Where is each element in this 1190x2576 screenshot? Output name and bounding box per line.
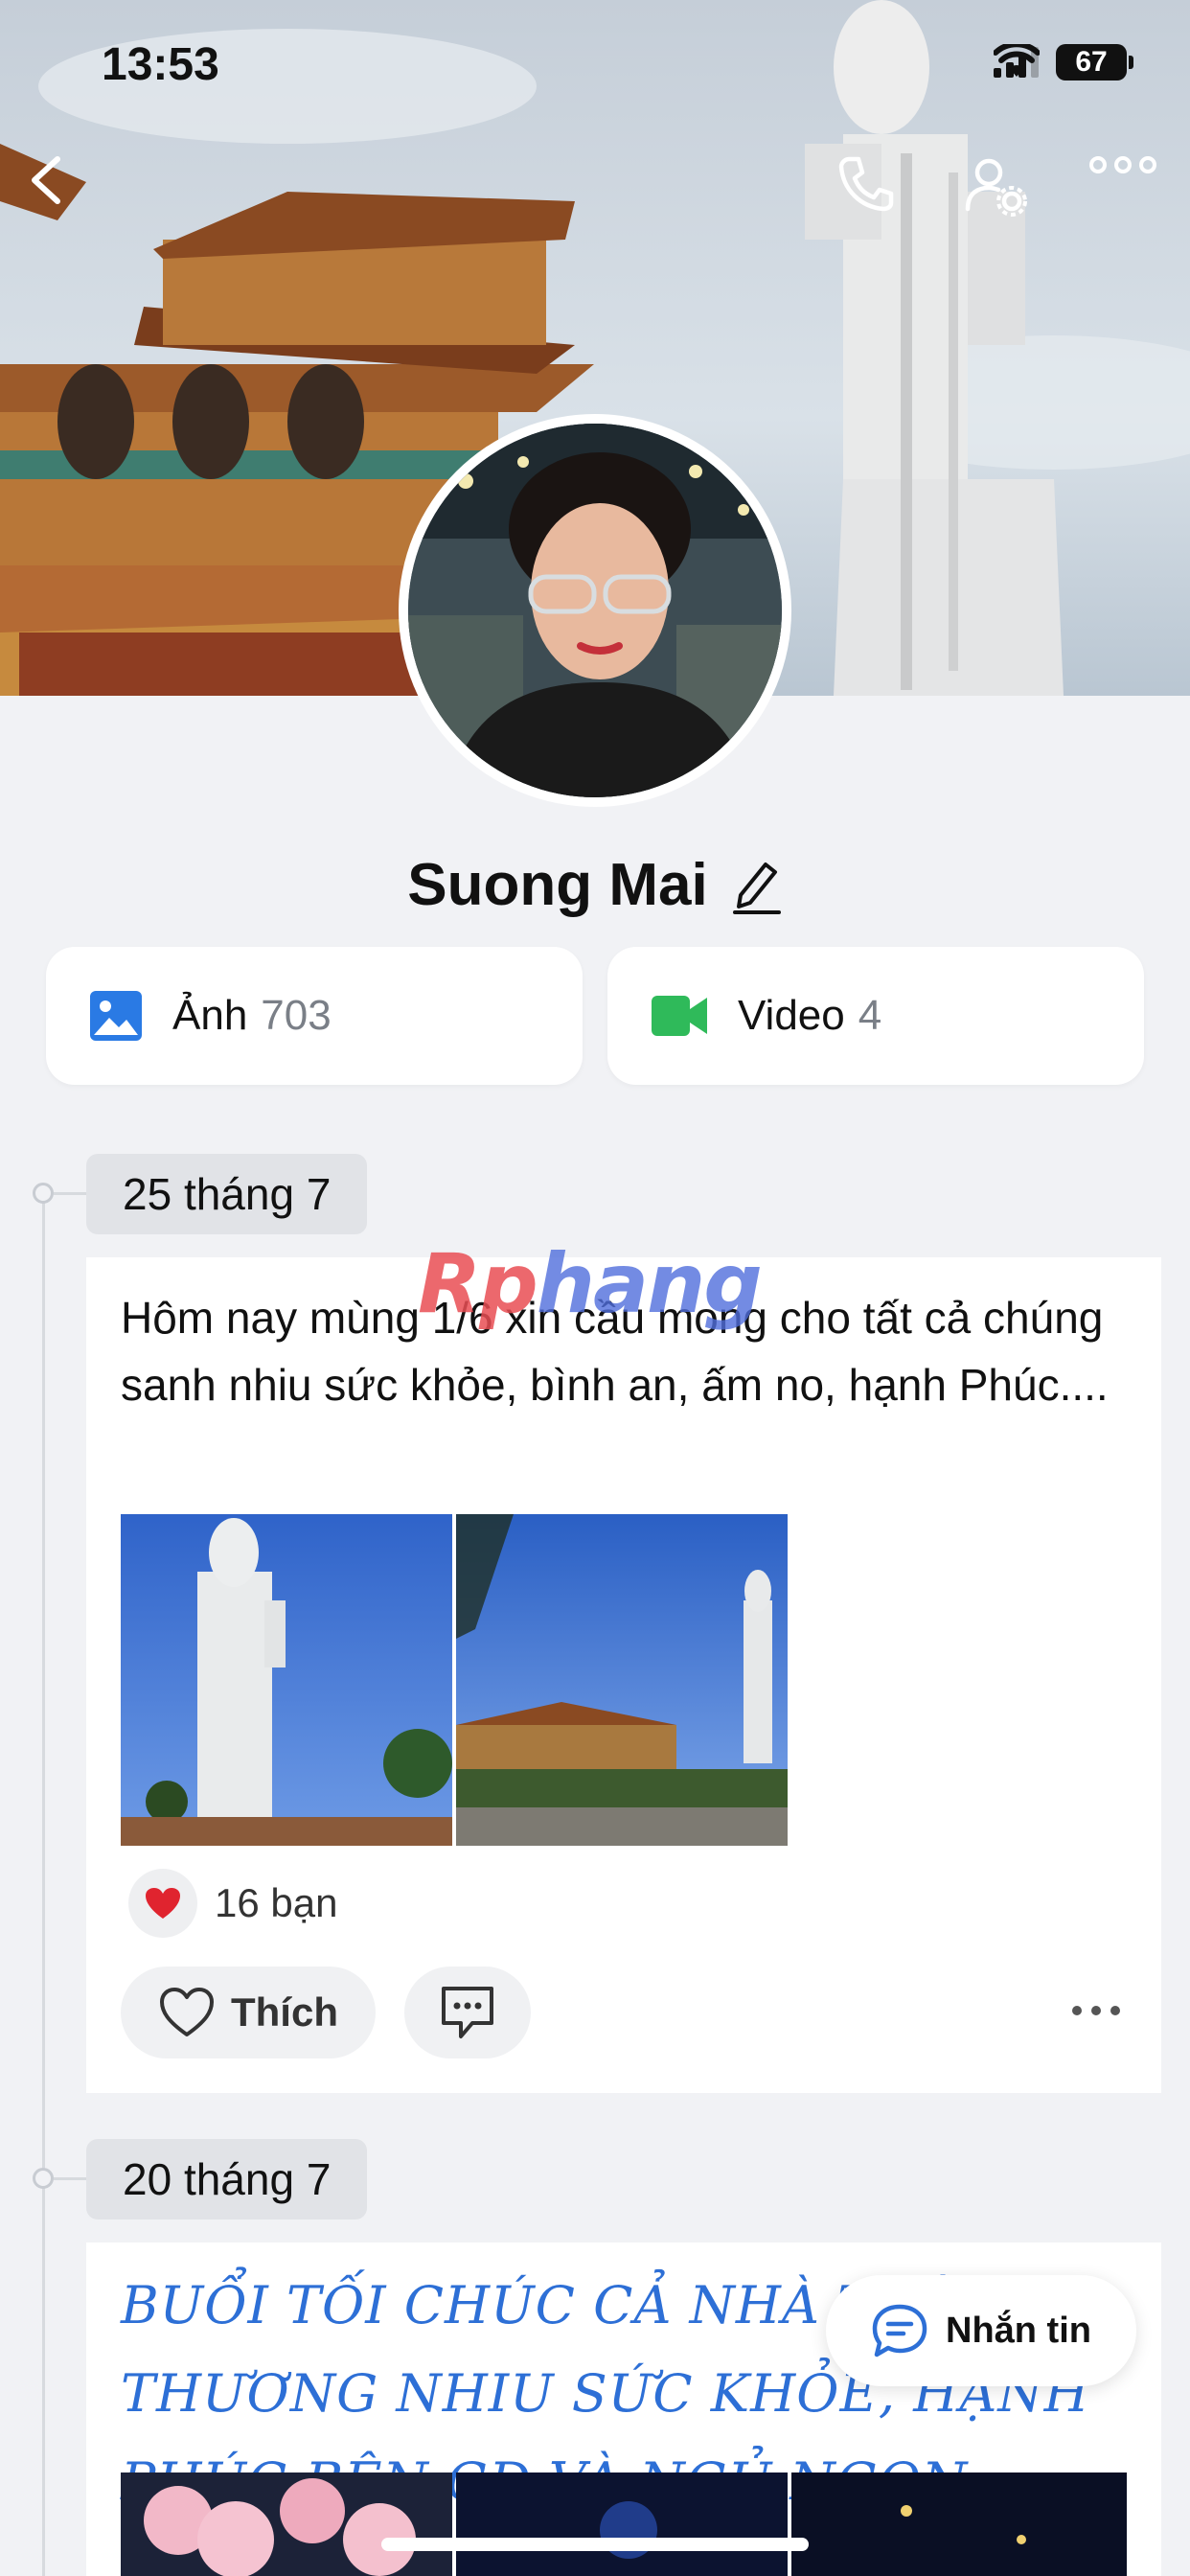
like-button[interactable]: Thích xyxy=(121,1966,376,2058)
videos-card[interactable]: Video 4 xyxy=(607,947,1144,1085)
profile-settings-button[interactable] xyxy=(964,153,1041,230)
photo-gallery-icon xyxy=(90,991,142,1041)
status-icons: 67 xyxy=(994,44,1133,80)
photos-card[interactable]: Ảnh 703 xyxy=(46,947,583,1085)
timeline-dot xyxy=(33,1183,54,1204)
post-photo[interactable] xyxy=(121,2472,452,2576)
post-photo[interactable] xyxy=(456,2472,788,2576)
post-photo[interactable] xyxy=(456,1514,788,1846)
ellipsis-icon xyxy=(1089,156,1156,173)
videos-count: 4 xyxy=(858,992,882,1039)
message-label: Nhắn tin xyxy=(946,2310,1091,2351)
edit-pencil-icon[interactable] xyxy=(731,857,783,914)
heart-reaction-icon xyxy=(128,1869,197,1938)
comment-button[interactable] xyxy=(404,1966,531,2058)
timeline-line xyxy=(42,1192,45,2576)
videos-label: Video xyxy=(738,992,845,1039)
more-options-button[interactable] xyxy=(1088,153,1165,230)
status-bar: 13:53 67 xyxy=(0,0,1190,125)
phone-icon xyxy=(838,156,894,212)
profile-name: Suong Mai xyxy=(407,852,708,918)
timeline-dot xyxy=(33,2168,54,2189)
status-time: 13:53 xyxy=(102,39,219,90)
chat-bubble-icon xyxy=(872,2304,927,2358)
wifi-icon xyxy=(994,44,1040,77)
comment-bubble-icon xyxy=(442,1987,493,2038)
profile-name-row: Suong Mai xyxy=(0,851,1190,919)
chevron-left-icon xyxy=(32,156,60,204)
profile-avatar[interactable] xyxy=(399,414,791,807)
post-photo[interactable] xyxy=(791,2472,1127,2576)
message-button[interactable]: Nhắn tin xyxy=(826,2275,1136,2386)
home-indicator[interactable] xyxy=(381,2538,809,2551)
timeline-tick xyxy=(54,1192,86,1195)
avatar-photo xyxy=(408,424,782,797)
back-button[interactable] xyxy=(25,153,102,230)
post-text: Hôm nay mùng 1/6 xin cầu mong cho tất cả… xyxy=(121,1293,1109,1410)
heart-outline-icon xyxy=(160,1988,214,2036)
post-card[interactable]: Hôm nay mùng 1/6 xin cầu mong cho tất cả… xyxy=(86,1257,1161,2093)
battery-icon: 67 xyxy=(1056,44,1133,80)
post-more-icon[interactable] xyxy=(1069,2003,1123,2018)
reaction-summary[interactable]: 16 bạn xyxy=(128,1869,337,1938)
video-camera-icon xyxy=(652,996,707,1036)
photos-count: 703 xyxy=(261,992,332,1039)
timeline-tick xyxy=(54,2177,86,2180)
post-date: 20 tháng 7 xyxy=(86,2139,368,2220)
call-button[interactable] xyxy=(835,153,912,230)
post-date: 25 tháng 7 xyxy=(86,1154,368,1234)
photos-label: Ảnh xyxy=(172,992,248,1039)
like-label: Thích xyxy=(231,1990,338,2035)
reaction-count: 16 bạn xyxy=(215,1880,338,1925)
post-photo[interactable] xyxy=(121,1514,452,1846)
user-gear-icon xyxy=(965,158,1027,217)
